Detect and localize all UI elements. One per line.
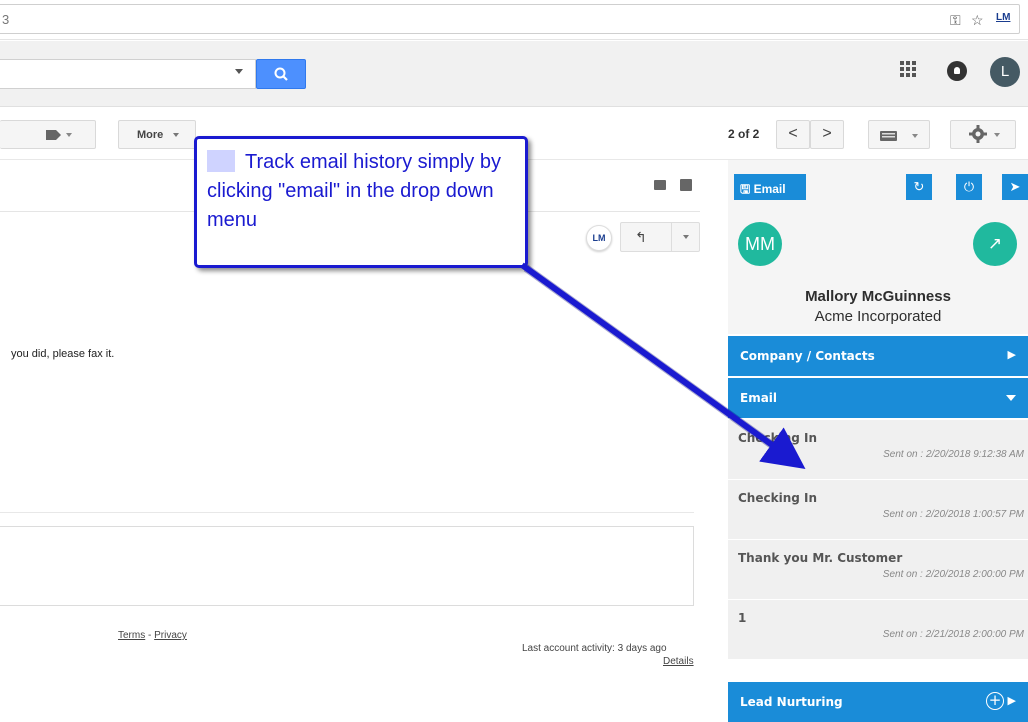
email-button-label: Email [753,182,786,196]
popout-icon[interactable] [680,179,692,191]
labels-button[interactable] [0,120,96,149]
chevron-right-icon: > [822,125,832,142]
contact-card: 🖫 Email ↻ ⏻ ➤ MM ↗ Mallory McGuinness Ac… [728,160,1028,334]
power-icon: ⏻ [963,179,975,194]
external-link-icon: ↗ [987,234,1003,253]
last-account-activity: Last account activity: 3 days ago [522,643,667,654]
more-button[interactable]: More [118,120,196,149]
email-history-item[interactable]: Thank you Mr. Customer Sent on : 2/20/201… [728,540,1028,600]
email-subject: Thank you Mr. Customer [738,551,903,565]
settings-button[interactable] [950,120,1016,149]
refresh-button[interactable]: ↻ [906,174,932,200]
email-button[interactable]: 🖫 Email [734,174,806,200]
browser-toolbar: 3 ⚿ ☆ LM [0,0,1028,40]
save-icon: 🖫 [740,182,751,196]
message-body-text: you did, please fax it. [11,348,115,360]
reply-box[interactable] [0,526,694,606]
print-icon[interactable] [654,180,666,190]
apps-grid-icon[interactable] [900,61,916,77]
tutorial-callout: Track email history simply by clicking "… [194,136,528,268]
email-subject: Checking In [738,491,818,505]
contact-company: Acme Incorporated [814,308,942,325]
chevron-right-icon: ▶ [1007,694,1016,707]
search-icon [274,67,288,81]
older-button[interactable]: > [810,120,844,149]
account-avatar[interactable]: L [990,57,1020,87]
section-label: Lead Nurturing [740,695,843,709]
privacy-link[interactable]: Privacy [154,630,187,641]
newer-button[interactable]: < [776,120,810,149]
email-sent-date: Sent on : 2/20/2018 1:00:57 PM [882,509,1024,520]
footer-links: Terms - Privacy [118,630,187,641]
chevron-down-icon [1006,395,1016,401]
refresh-icon: ↻ [913,179,925,194]
section-label: Email [740,391,778,405]
power-button[interactable]: ⏻ [956,174,982,200]
chevron-left-icon: < [788,125,798,142]
search-button[interactable] [256,59,306,89]
pager-text: 2 of 2 [728,127,760,141]
crm-sidebar: 🖫 Email ↻ ⏻ ➤ MM ↗ Mallory McGuinness Ac… [728,160,1028,722]
email-history-item[interactable]: Checking In Sent on : 2/20/2018 1:00:57 P… [728,480,1028,540]
email-sent-date: Sent on : 2/21/2018 2:00:00 PM [882,629,1024,640]
label-icon [46,130,72,140]
notifications-icon[interactable] [947,61,967,81]
address-bar[interactable]: 3 [0,4,1020,34]
reply-more-button[interactable] [671,223,700,251]
email-history-item[interactable]: Checking In Sent on : 2/20/2018 9:12:38 A… [728,420,1028,480]
callout-text: Track email history simply by clicking "… [207,151,501,231]
email-sent-date: Sent on : 2/20/2018 2:00:00 PM [882,569,1024,580]
more-button-label: More [137,129,164,141]
open-contact-button[interactable]: ↗ [973,222,1017,266]
email-history-item[interactable]: 1 Sent on : 2/21/2018 2:00:00 PM [728,600,1028,660]
email-subject: 1 [738,611,747,625]
keyboard-icon [880,131,918,141]
section-label: Company / Contacts [740,349,875,363]
footer-separator: - [148,630,152,641]
send-icon: ➤ [1009,179,1021,194]
section-lead-nurturing[interactable]: Lead Nurturing + ▶ [728,682,1028,722]
reply-button[interactable]: ↰ [620,222,700,252]
search-options-caret-icon[interactable] [235,69,243,74]
email-subject: Checking In [738,431,818,445]
address-bar-text: 3 [2,12,10,27]
email-history-list: Checking In Sent on : 2/20/2018 9:12:38 A… [728,420,1028,660]
reply-icon: ↰ [635,229,647,245]
chevron-down-icon [683,235,689,239]
details-link[interactable]: Details [663,656,694,667]
chevron-right-icon: ▶ [1007,348,1016,361]
contact-name: Mallory McGuinness [805,288,951,305]
extension-badge[interactable]: LM [586,225,612,251]
section-company-contacts[interactable]: Company / Contacts ▶ [728,336,1028,376]
star-icon[interactable]: ☆ [971,12,984,29]
extension-icon[interactable]: LM [996,12,1010,23]
gmail-header: L [0,41,1028,107]
email-sent-date: Sent on : 2/20/2018 9:12:38 AM [883,449,1024,460]
terms-link[interactable]: Terms [118,630,145,641]
contact-initials-avatar: MM [738,222,782,266]
key-icon[interactable]: ⚿ [950,12,961,29]
section-email[interactable]: Email [728,378,1028,418]
gear-icon [969,125,1000,143]
divider [0,512,694,513]
input-tools-button[interactable] [868,120,930,149]
send-button[interactable]: ➤ [1002,174,1028,200]
chevron-down-icon [173,133,179,137]
search-input[interactable] [0,59,256,89]
add-icon[interactable]: + [986,692,1004,710]
